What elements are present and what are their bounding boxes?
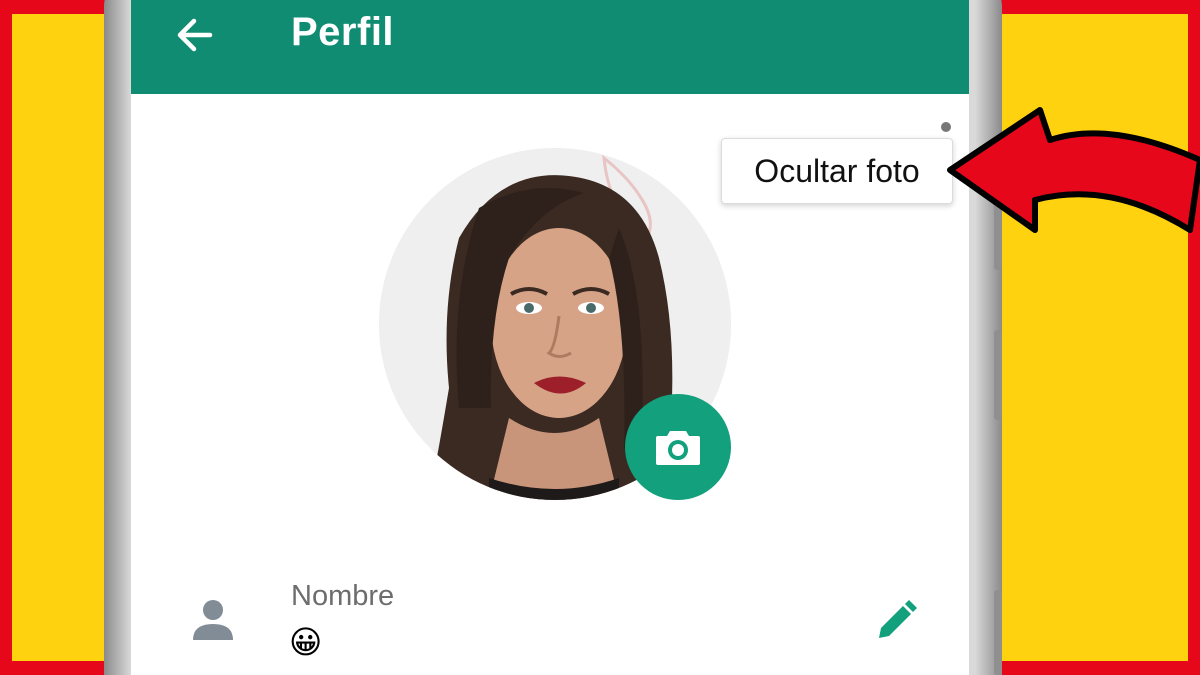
camera-icon xyxy=(656,431,700,465)
profile-screen: Perfil Ocultar foto Nombre 😀 xyxy=(131,0,969,675)
name-field-value: 😀 xyxy=(289,623,323,661)
phone-power-button xyxy=(994,330,1002,420)
page-title: Perfil xyxy=(291,10,395,54)
back-button[interactable] xyxy=(171,12,217,58)
annotation-arrow xyxy=(947,107,1200,233)
app-bar: Perfil xyxy=(131,0,969,94)
background-left-panel xyxy=(12,14,104,661)
change-photo-button[interactable] xyxy=(625,394,731,500)
name-field-label: Nombre xyxy=(291,580,395,612)
pencil-icon[interactable] xyxy=(873,598,919,644)
menu-item-hide-photo[interactable]: Ocultar foto xyxy=(721,138,953,204)
phone-side-button xyxy=(994,590,1002,675)
arrow-left-icon xyxy=(177,18,213,52)
person-icon xyxy=(193,600,233,640)
